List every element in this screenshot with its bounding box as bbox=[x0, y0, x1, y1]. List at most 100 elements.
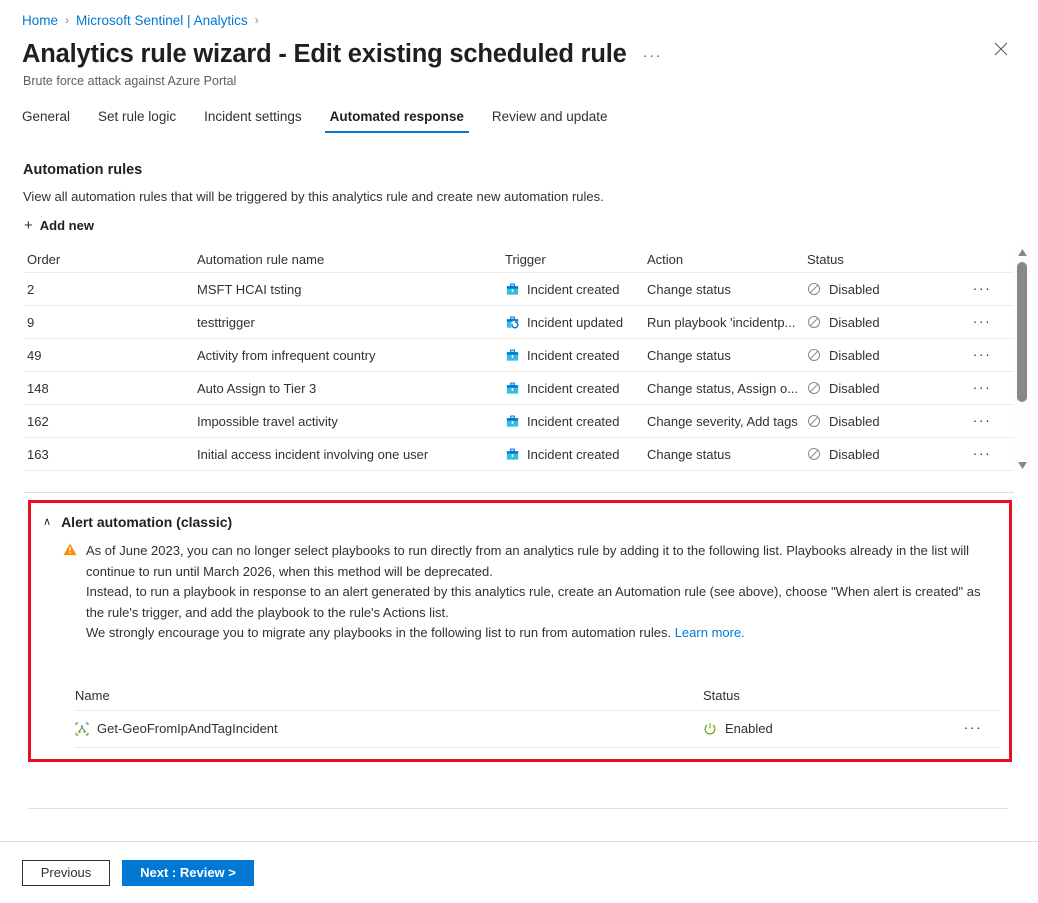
cell-status-label: Disabled bbox=[829, 314, 880, 330]
automated-response-panel: Automation rules View all automation rul… bbox=[0, 133, 1038, 809]
breadcrumb-separator: › bbox=[65, 13, 70, 27]
next-review-button[interactable]: Next : Review > bbox=[122, 859, 254, 886]
previous-button[interactable]: Previous bbox=[22, 859, 110, 886]
disabled-icon bbox=[808, 283, 820, 295]
row-more-menu[interactable]: ··· bbox=[962, 280, 1002, 299]
breadcrumb-item-home[interactable]: Home bbox=[22, 13, 58, 28]
scroll-up-button[interactable] bbox=[1015, 246, 1030, 259]
table-row[interactable]: 162 Impossible travel activity Incident … bbox=[24, 405, 1014, 438]
warning-paragraph-3: We strongly encourage you to migrate any… bbox=[86, 623, 989, 644]
column-header-trigger[interactable]: Trigger bbox=[505, 252, 647, 267]
column-header-order[interactable]: Order bbox=[24, 252, 197, 267]
cell-status: Disabled bbox=[807, 282, 962, 297]
cell-trigger-label: Incident created bbox=[527, 347, 620, 363]
tab-set-rule-logic[interactable]: Set rule logic bbox=[84, 109, 190, 133]
cell-trigger: Incident created bbox=[505, 348, 647, 363]
cell-playbook-name-label: Get-GeoFromIpAndTagIncident bbox=[97, 721, 278, 736]
chevron-up-icon: ∧ bbox=[43, 515, 52, 528]
cell-playbook-status-label: Enabled bbox=[725, 721, 773, 736]
scroll-down-button[interactable] bbox=[1015, 459, 1030, 472]
automation-rules-description: View all automation rules that will be t… bbox=[23, 189, 604, 204]
row-more-menu[interactable]: ··· bbox=[962, 379, 1002, 398]
plus-icon: + bbox=[24, 217, 33, 234]
column-header-status[interactable]: Status bbox=[807, 252, 962, 267]
warning-icon bbox=[63, 543, 77, 556]
disabled-icon bbox=[808, 448, 820, 460]
cell-action: Change severity, Add tags bbox=[647, 413, 798, 429]
tab-incident-settings[interactable]: Incident settings bbox=[190, 109, 316, 133]
logic-app-icon bbox=[75, 722, 89, 735]
disabled-icon bbox=[808, 349, 820, 361]
tab-review-and-update[interactable]: Review and update bbox=[478, 109, 622, 133]
cell-status-label: Disabled bbox=[829, 347, 880, 363]
scrollbar-thumb[interactable] bbox=[1017, 262, 1027, 402]
column-header-name[interactable]: Name bbox=[75, 688, 703, 703]
bottom-divider bbox=[28, 807, 1008, 809]
close-button[interactable] bbox=[988, 36, 1014, 62]
cell-trigger-label: Incident created bbox=[527, 446, 620, 462]
tab-automated-response[interactable]: Automated response bbox=[316, 109, 478, 133]
cell-status-label: Disabled bbox=[829, 380, 880, 396]
incident-created-icon bbox=[506, 349, 519, 361]
breadcrumb-item-sentinel-analytics[interactable]: Microsoft Sentinel | Analytics bbox=[76, 13, 248, 28]
table-row[interactable]: 49 Activity from infrequent country Inci… bbox=[24, 339, 1014, 372]
title-row: Analytics rule wizard - Edit existing sc… bbox=[0, 30, 1038, 70]
more-icon: ··· bbox=[972, 279, 992, 296]
cell-order: 49 bbox=[27, 347, 42, 363]
incident-updated-icon bbox=[506, 316, 519, 329]
cell-trigger: Incident updated bbox=[505, 315, 647, 330]
cell-order: 9 bbox=[27, 314, 35, 330]
cell-action: Change status, Assign o... bbox=[647, 380, 799, 396]
cell-trigger-label: Incident updated bbox=[527, 314, 624, 330]
table-row[interactable]: 9 testtrigger Incident updated Run playb… bbox=[24, 306, 1014, 339]
automation-grid-scrollbar[interactable] bbox=[1015, 246, 1030, 472]
cell-action: Change status bbox=[647, 347, 731, 363]
column-header-playbook-status[interactable]: Status bbox=[703, 688, 953, 703]
cell-status-label: Disabled bbox=[829, 281, 880, 297]
row-more-menu[interactable]: ··· bbox=[962, 346, 1002, 365]
column-header-action[interactable]: Action bbox=[647, 252, 807, 267]
cell-status-label: Disabled bbox=[829, 446, 880, 462]
more-icon: ··· bbox=[972, 378, 992, 395]
automation-grid-header: Order Automation rule name Trigger Actio… bbox=[24, 246, 1014, 273]
deprecation-warning: As of June 2023, you can no longer selec… bbox=[31, 530, 1009, 644]
playbook-row-more-menu[interactable]: ··· bbox=[953, 719, 993, 738]
cell-rule-name: MSFT HCAI tsting bbox=[197, 281, 302, 297]
wizard-tabs: General Set rule logic Incident settings… bbox=[0, 88, 1038, 133]
table-row[interactable]: 163 Initial access incident involving on… bbox=[24, 438, 1014, 471]
cell-rule-name: Impossible travel activity bbox=[197, 413, 338, 429]
scrollbar-track[interactable] bbox=[1015, 259, 1030, 459]
incident-created-icon bbox=[506, 283, 519, 295]
column-header-automation-rule-name[interactable]: Automation rule name bbox=[197, 252, 505, 267]
chevron-up-icon bbox=[1018, 249, 1027, 256]
cell-rule-name: Initial access incident involving one us… bbox=[197, 446, 429, 462]
table-row[interactable]: 2 MSFT HCAI tsting Incident created Chan… bbox=[24, 273, 1014, 306]
more-icon: ··· bbox=[972, 345, 992, 362]
alert-automation-classic-toggle[interactable]: ∧ Alert automation (classic) bbox=[31, 514, 232, 530]
table-row[interactable]: Get-GeoFromIpAndTagIncident Enabled ··· bbox=[75, 711, 1000, 748]
cell-action: Run playbook 'incidentp... bbox=[647, 314, 796, 330]
cell-rule-name: Activity from infrequent country bbox=[197, 347, 376, 363]
cell-trigger: Incident created bbox=[505, 381, 647, 396]
cell-order: 2 bbox=[27, 281, 35, 297]
tab-general[interactable]: General bbox=[8, 109, 84, 133]
row-more-menu[interactable]: ··· bbox=[962, 313, 1002, 332]
cell-action: Change status bbox=[647, 446, 731, 462]
learn-more-link[interactable]: Learn more. bbox=[675, 625, 745, 640]
cell-playbook-status: Enabled bbox=[703, 721, 953, 736]
playbooks-grid-header: Name Status bbox=[75, 682, 1000, 711]
row-more-menu[interactable]: ··· bbox=[962, 412, 1002, 431]
breadcrumb: Home › Microsoft Sentinel | Analytics › bbox=[0, 0, 1038, 30]
more-icon: ··· bbox=[972, 444, 992, 461]
breadcrumb-separator-2: › bbox=[254, 13, 259, 27]
row-more-menu[interactable]: ··· bbox=[962, 445, 1002, 464]
incident-created-icon bbox=[506, 382, 519, 394]
warning-paragraph-2: Instead, to run a playbook in response t… bbox=[86, 584, 981, 620]
table-row[interactable]: 148 Auto Assign to Tier 3 Incident creat… bbox=[24, 372, 1014, 405]
page-subtitle: Brute force attack against Azure Portal bbox=[23, 74, 237, 88]
incident-created-icon bbox=[506, 448, 519, 460]
title-more-menu-button[interactable]: ··· bbox=[643, 48, 663, 63]
warning-paragraph-3-text: We strongly encourage you to migrate any… bbox=[86, 625, 672, 640]
cell-rule-name: Auto Assign to Tier 3 bbox=[197, 380, 317, 396]
add-new-button[interactable]: + Add new bbox=[0, 204, 94, 233]
